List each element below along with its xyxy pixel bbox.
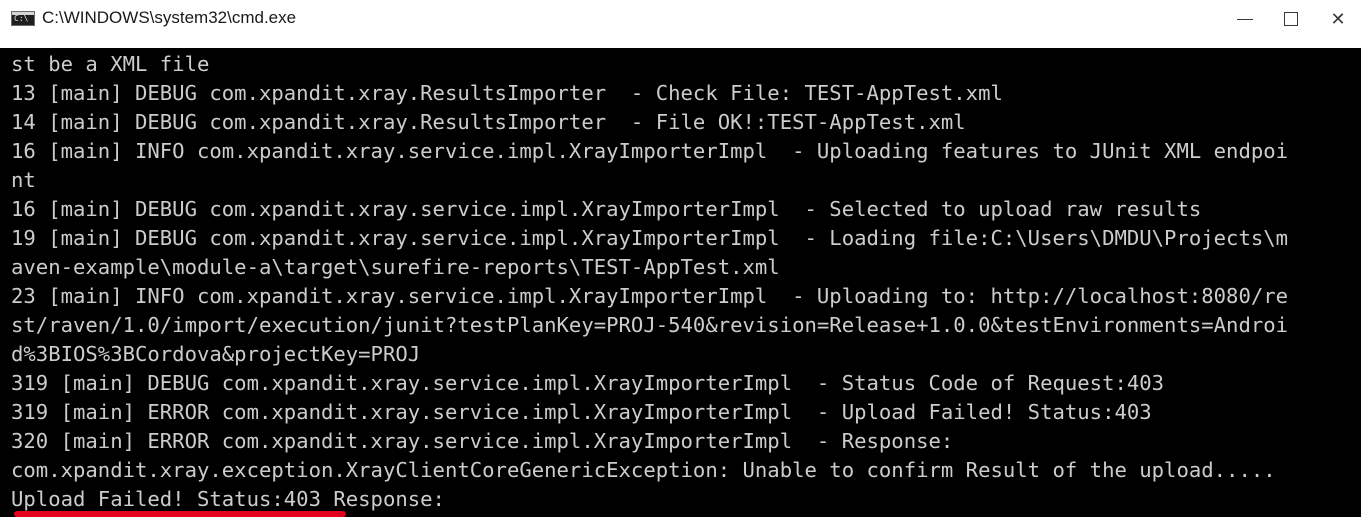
console-line: 23 [main] INFO com.xpandit.xray.service.… bbox=[11, 284, 1289, 308]
console-line: aven-example\module-a\target\surefire-re… bbox=[11, 255, 780, 279]
console-line: d%3BIOS%3BCordova&projectKey=PROJ bbox=[11, 342, 421, 366]
minimize-icon bbox=[1237, 18, 1253, 20]
minimize-button[interactable] bbox=[1222, 0, 1268, 38]
console-line-highlighted: Upload Failed! Status:403 Response: bbox=[11, 487, 445, 511]
console-output[interactable]: st be a XML file 13 [main] DEBUG com.xpa… bbox=[0, 48, 1361, 517]
console-line: 13 [main] DEBUG com.xpandit.xray.Results… bbox=[11, 81, 1003, 105]
highlight-underline bbox=[14, 511, 346, 517]
window-title: C:\WINDOWS\system32\cmd.exe bbox=[42, 8, 297, 27]
cmd-window: C:\ C:\WINDOWS\system32\cmd.exe ✕ st be … bbox=[0, 0, 1361, 517]
maximize-button[interactable] bbox=[1268, 0, 1314, 38]
title-bar[interactable]: C:\ C:\WINDOWS\system32\cmd.exe ✕ bbox=[0, 0, 1361, 48]
console-line: 14 [main] DEBUG com.xpandit.xray.Results… bbox=[11, 110, 966, 134]
console-line: st be a XML file bbox=[11, 52, 210, 76]
console-line: 320 [main] ERROR com.xpandit.xray.servic… bbox=[11, 429, 954, 453]
cmd-icon: C:\ bbox=[11, 11, 35, 26]
close-icon: ✕ bbox=[1330, 8, 1346, 30]
console-line: com.xpandit.xray.exception.XrayClientCor… bbox=[11, 458, 1276, 482]
console-line: 319 [main] ERROR com.xpandit.xray.servic… bbox=[11, 400, 1152, 424]
console-line: nt bbox=[11, 168, 36, 192]
close-button[interactable]: ✕ bbox=[1315, 0, 1361, 38]
console-line: st/raven/1.0/import/execution/junit?test… bbox=[11, 313, 1289, 337]
console-line: 16 [main] INFO com.xpandit.xray.service.… bbox=[11, 139, 1289, 163]
console-line: 19 [main] DEBUG com.xpandit.xray.service… bbox=[11, 226, 1289, 250]
maximize-icon bbox=[1284, 12, 1298, 26]
console-line: 319 [main] DEBUG com.xpandit.xray.servic… bbox=[11, 371, 1165, 395]
console-line: 16 [main] DEBUG com.xpandit.xray.service… bbox=[11, 197, 1202, 221]
